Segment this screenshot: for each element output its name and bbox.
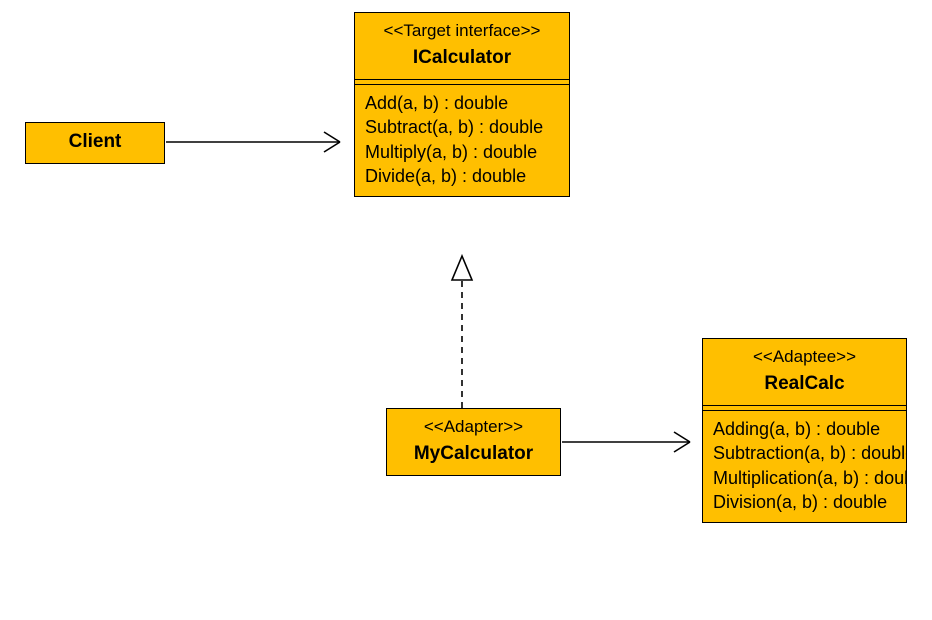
class-icalculator-methods: Add(a, b) : double Subtract(a, b) : doub… — [355, 85, 569, 196]
class-icalculator-name: ICalculator — [365, 47, 559, 69]
class-mycalculator: <<Adapter>> MyCalculator — [386, 408, 561, 476]
arrow-mycalculator-implements-icalculator — [452, 256, 472, 408]
class-client: Client — [25, 122, 165, 164]
class-icalculator-stereotype: <<Target interface>> — [365, 21, 559, 41]
method-row: Multiply(a, b) : double — [365, 140, 559, 164]
method-row: Subtraction(a, b) : double — [713, 441, 896, 465]
method-row: Subtract(a, b) : double — [365, 115, 559, 139]
class-mycalculator-stereotype: <<Adapter>> — [397, 417, 550, 437]
class-client-name: Client — [36, 131, 154, 153]
class-icalculator: <<Target interface>> ICalculator Add(a, … — [354, 12, 570, 197]
method-row: Division(a, b) : double — [713, 490, 896, 514]
class-realcalc-name: RealCalc — [713, 373, 896, 395]
class-realcalc-stereotype: <<Adaptee>> — [713, 347, 896, 367]
class-mycalculator-name: MyCalculator — [397, 443, 550, 465]
arrow-client-to-icalculator — [166, 132, 340, 152]
arrow-mycalculator-to-realcalc — [562, 432, 690, 452]
method-row: Add(a, b) : double — [365, 91, 559, 115]
method-row: Adding(a, b) : double — [713, 417, 896, 441]
class-realcalc-methods: Adding(a, b) : double Subtraction(a, b) … — [703, 411, 906, 522]
method-row: Divide(a, b) : double — [365, 164, 559, 188]
class-realcalc: <<Adaptee>> RealCalc Adding(a, b) : doub… — [702, 338, 907, 523]
method-row: Multiplication(a, b) : double — [713, 466, 896, 490]
